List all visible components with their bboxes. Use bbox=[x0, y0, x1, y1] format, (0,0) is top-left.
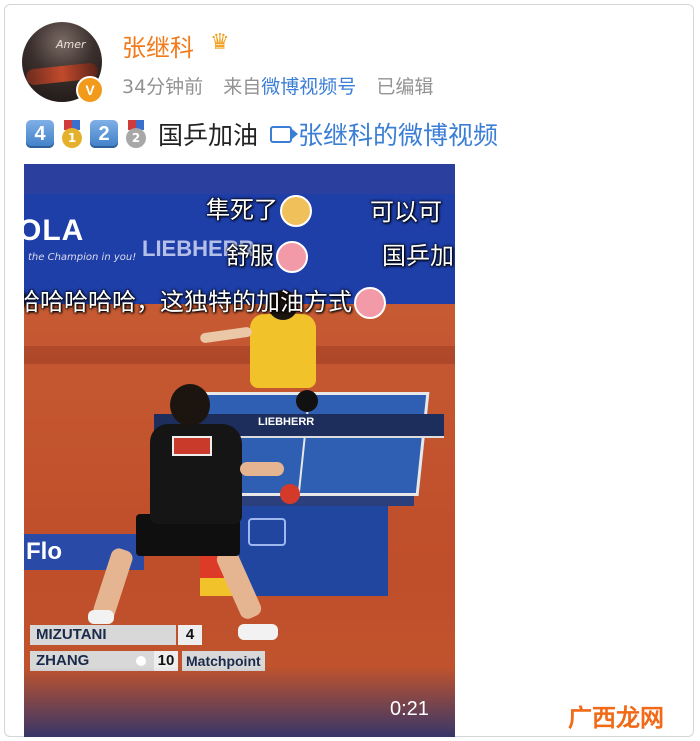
video-camera-icon bbox=[270, 125, 299, 143]
username-link[interactable]: 张继科 bbox=[122, 28, 194, 63]
post-time: 34分钟前 bbox=[122, 76, 204, 98]
paddle-far bbox=[296, 390, 318, 412]
silver-medal-icon: 2 bbox=[126, 120, 146, 148]
keycap-four-icon: 4 bbox=[26, 120, 54, 148]
player-near-shoe-left bbox=[88, 610, 114, 624]
danmaku-comment: 可以可 bbox=[370, 198, 442, 226]
table-logo-icon bbox=[248, 518, 286, 546]
score-row: MIZUTANI 4 bbox=[30, 624, 280, 646]
paddle-near bbox=[280, 484, 300, 504]
edited-label: 已编辑 bbox=[376, 76, 434, 98]
from-label: 来自 bbox=[223, 76, 262, 98]
source-link[interactable]: 微博视频号 bbox=[261, 76, 356, 98]
player-far bbox=[199, 290, 316, 388]
danmaku-comment: 国乒加 bbox=[382, 242, 454, 270]
gold-medal-icon: 1 bbox=[62, 120, 82, 148]
net-brand: LIEBHERR bbox=[258, 416, 315, 428]
avatar-caption: Amer bbox=[56, 38, 86, 51]
pink-emoji-icon bbox=[354, 287, 386, 319]
video-player[interactable]: OLA the Champion in you! LIEBHERR Flo LI… bbox=[24, 164, 455, 737]
video-link[interactable]: 张继科的微博视频 bbox=[270, 116, 498, 152]
player-name: MIZUTANI bbox=[30, 625, 176, 645]
crown-icon: ♛ bbox=[210, 30, 230, 55]
video-link-label: 张继科的微博视频 bbox=[298, 121, 499, 150]
post-text: 国乒加油 bbox=[158, 121, 259, 150]
court-stripe bbox=[24, 346, 455, 364]
ad-barrier-text: Flo bbox=[26, 538, 62, 565]
keycap-two-icon: 2 bbox=[90, 120, 118, 148]
player-near bbox=[150, 384, 284, 524]
watermark: 广西龙网 bbox=[568, 704, 664, 732]
video-duration: 0:21 bbox=[390, 698, 429, 720]
post-meta: 34分钟前 来自微博视频号 已编辑 bbox=[122, 72, 433, 99]
player-score: 4 bbox=[178, 625, 202, 645]
post-text-line: 4 1 2 2 国乒加油 张继科的微博视频 bbox=[26, 116, 498, 152]
danmaku-comment: 哈哈哈哈哈，这独特的加油方式 bbox=[24, 282, 386, 319]
pink-emoji-icon bbox=[276, 241, 308, 273]
ad-tagline: the Champion in you! bbox=[28, 252, 137, 263]
ad-brand-left: OLA bbox=[24, 214, 85, 247]
verified-badge-icon: V bbox=[76, 76, 104, 104]
scoreboard: MIZUTANI 4 ZHANG 10 Matchpoint bbox=[30, 624, 280, 672]
danmaku-comment: 舒服 bbox=[226, 236, 308, 273]
serve-ball-icon bbox=[136, 656, 146, 666]
doge-emoji-icon bbox=[280, 195, 312, 227]
danmaku-comment: 隼死了 bbox=[206, 190, 312, 227]
table-edge bbox=[214, 496, 414, 506]
